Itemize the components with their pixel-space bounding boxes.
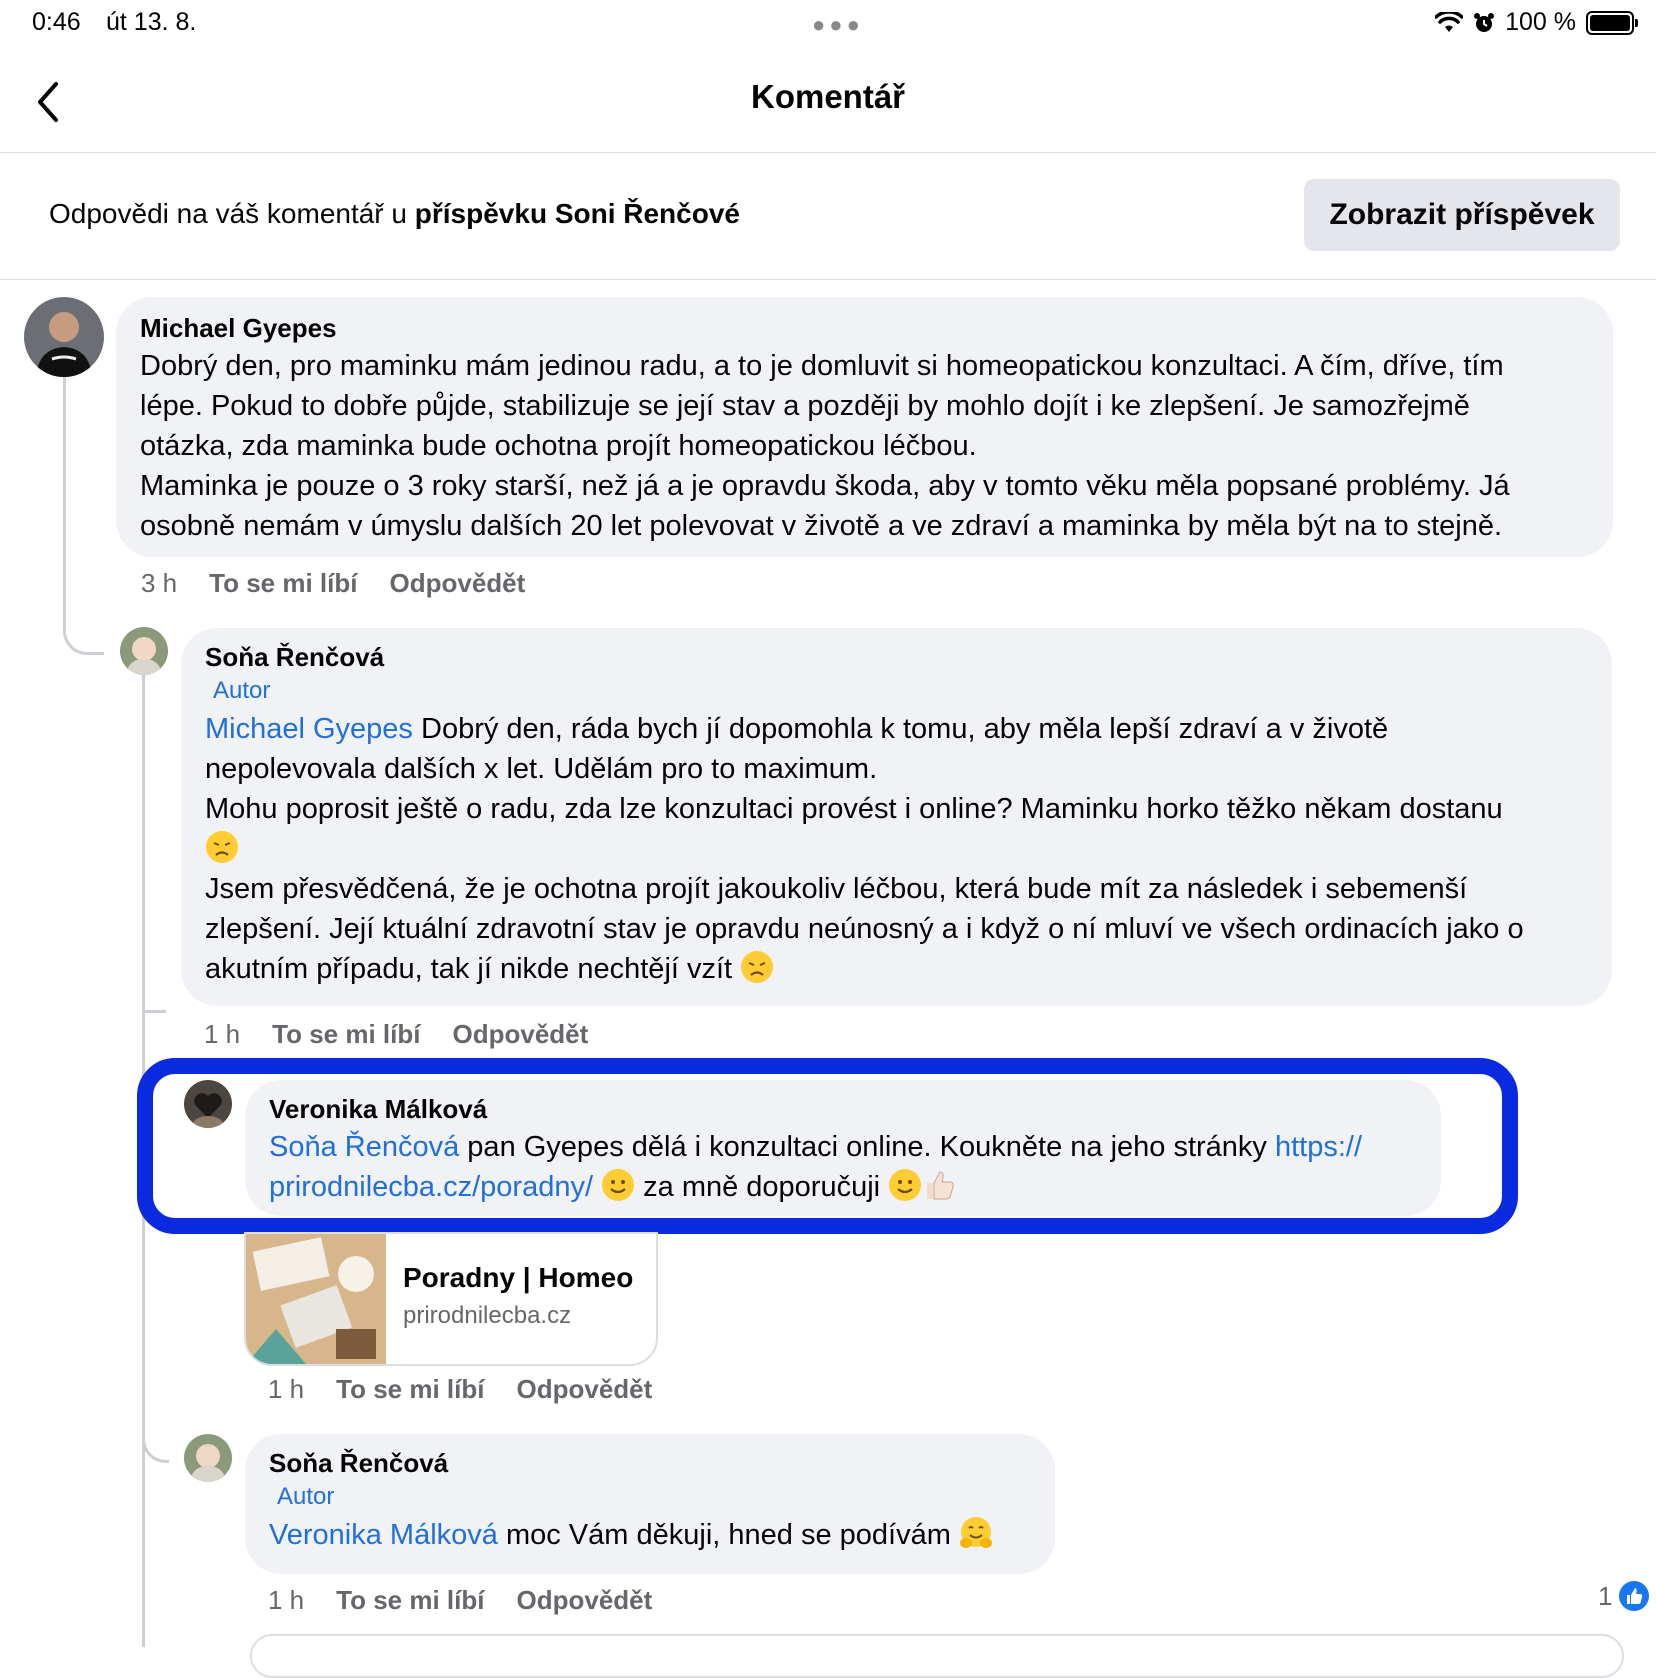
text-span: akutním případu, tak jí nikde nechtějí v…	[205, 953, 741, 985]
avatar-photo	[120, 627, 168, 675]
multitasking-dots-icon[interactable]: ●●●	[812, 12, 864, 38]
comment-actions: 1 h To se mi líbí Odpovědět	[268, 1585, 652, 1616]
thread-branch	[142, 1410, 169, 1463]
disappointed-face-icon	[741, 951, 774, 983]
text-line: osobně nemám v úmyslu dalších 20 let pol…	[140, 510, 1503, 542]
text-line: Dobrý den, pro maminku mám jedinou radu,…	[140, 350, 1504, 382]
author-badge: Autor	[213, 677, 271, 704]
context-divider	[0, 279, 1656, 280]
comment-time: 1 h	[204, 1019, 241, 1049]
wifi-icon	[1435, 11, 1464, 32]
hugging-face-icon	[959, 1517, 992, 1548]
thread-connector	[63, 372, 104, 655]
reply-button[interactable]: Odpovědět	[516, 1374, 652, 1405]
comment-actions: 3 h To se mi líbí Odpovědět	[141, 568, 525, 599]
avatar-photo	[24, 297, 104, 377]
disappointed-face-icon	[206, 831, 238, 863]
reply-button[interactable]: Odpovědět	[516, 1585, 652, 1616]
text-span: moc Vám děkuji, hned se podívám	[497, 1519, 959, 1551]
reply-context: Odpovědi na váš komentář u příspěvku Son…	[49, 198, 740, 230]
text-line: otázka, zda maminka bude ochotna projít …	[140, 430, 977, 462]
comment-bubble: Soňa Řenčová Autor Michael Gyepes Dobrý …	[181, 628, 1612, 1006]
context-prefix: Odpovědi na váš komentář u	[49, 198, 415, 229]
battery-percent: 100 %	[1505, 8, 1576, 36]
text-line: Jsem přesvědčená, že je ochotna projít j…	[205, 873, 1468, 905]
reaction-count[interactable]: 1	[1598, 1580, 1650, 1612]
text-line: Mohu poprosit ještě o radu, zda lze konz…	[205, 793, 1503, 825]
link-preview-title: Poradny | Homeo	[403, 1262, 634, 1293]
text-line: zlepšení. Její ktuální zdravotní stav je…	[205, 913, 1524, 945]
comment-text: Michael Gyepes Dobrý den, ráda bych jí d…	[205, 709, 1588, 989]
like-button[interactable]: To se mi líbí	[336, 1585, 484, 1616]
status-time: 0:46	[32, 8, 81, 36]
comment-bubble: Michael Gyepes Dobrý den, pro maminku má…	[116, 297, 1613, 557]
status-date: út 13. 8.	[106, 8, 197, 36]
page-title: Komentář	[750, 78, 906, 115]
comment-actions: 1 h To se mi líbí Odpovědět	[268, 1374, 652, 1405]
comment-time: 1 h	[268, 1374, 305, 1404]
text-line: nepolevovala dalších x let. Udělám pro t…	[205, 753, 878, 785]
reply-button[interactable]: Odpovědět	[452, 1019, 588, 1050]
avatar-photo	[184, 1434, 232, 1482]
reaction-count-number: 1	[1598, 1580, 1613, 1611]
header-divider	[0, 152, 1656, 153]
link-preview-card[interactable]: Poradny | Homeo prirodnilecba.cz	[244, 1232, 658, 1366]
comment-author[interactable]: Soňa Řenčová	[205, 642, 1588, 673]
like-button[interactable]: To se mi líbí	[209, 568, 357, 599]
alarm-icon	[1474, 12, 1495, 32]
link-preview-domain: prirodnilecba.cz	[403, 1302, 572, 1329]
status-indicators: 100 %	[1435, 8, 1638, 37]
text-span: Dobrý den, ráda bych jí dopomohla k tomu…	[412, 713, 1389, 745]
avatar[interactable]	[184, 1434, 232, 1482]
mention-link[interactable]: Michael Gyepes	[205, 713, 413, 745]
author-badge: Autor	[277, 1483, 335, 1510]
mention-link[interactable]: Veronika Málková	[269, 1519, 498, 1551]
post-reference[interactable]: příspěvku Soni Řenčové	[415, 198, 740, 229]
highlight-box	[137, 1058, 1518, 1234]
comment-author[interactable]: Soňa Řenčová	[269, 1448, 1031, 1479]
text-line: Maminka je pouze o 3 roky starší, než já…	[140, 470, 1510, 502]
battery-icon	[1586, 10, 1638, 35]
like-reaction-icon	[1619, 1581, 1650, 1611]
avatar[interactable]	[120, 627, 168, 675]
link-preview-thumbnail	[246, 1234, 386, 1364]
comment-text: Dobrý den, pro maminku mám jedinou radu,…	[140, 346, 1589, 546]
avatar[interactable]	[24, 297, 104, 377]
thread-branch	[142, 1010, 166, 1013]
comment-time: 3 h	[141, 568, 178, 598]
comment-author[interactable]: Michael Gyepes	[140, 313, 1589, 344]
text-line: lépe. Pokud to dobře půjde, stabilizuje …	[140, 390, 1470, 422]
like-button[interactable]: To se mi líbí	[272, 1019, 420, 1050]
comment-text: Veronika Málková moc Vám děkuji, hned se…	[269, 1515, 1031, 1555]
comment-actions: 1 h To se mi líbí Odpovědět	[204, 1019, 588, 1050]
like-button[interactable]: To se mi líbí	[336, 1374, 484, 1405]
reply-button[interactable]: Odpovědět	[389, 568, 525, 599]
reply-input[interactable]	[250, 1634, 1624, 1678]
comment-bubble: Soňa Řenčová Autor Veronika Málková moc …	[245, 1434, 1055, 1574]
view-post-button[interactable]: Zobrazit příspěvek	[1304, 179, 1620, 251]
comment-time: 1 h	[268, 1585, 305, 1615]
